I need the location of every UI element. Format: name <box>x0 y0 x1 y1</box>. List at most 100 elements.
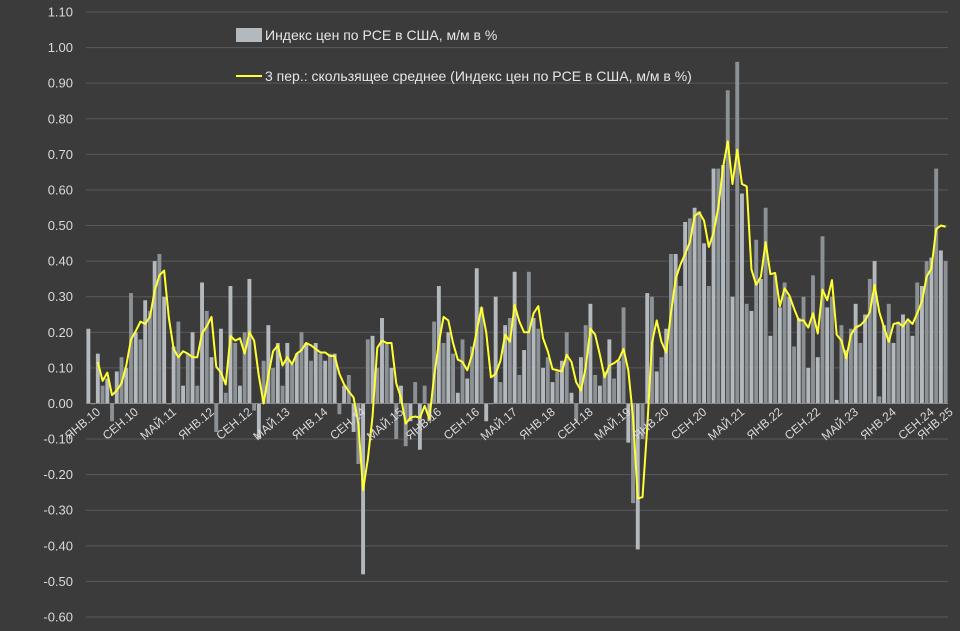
bar <box>593 375 598 404</box>
y-tick-label: 0.80 <box>48 111 73 126</box>
bar <box>938 250 943 404</box>
bar <box>162 296 167 404</box>
y-tick-label: 0.40 <box>48 254 73 269</box>
bar <box>910 335 915 404</box>
bar <box>555 371 560 404</box>
bar <box>763 207 768 404</box>
bar <box>796 318 801 404</box>
bar <box>825 307 830 404</box>
bar <box>290 364 294 404</box>
bar <box>512 271 517 404</box>
bar <box>446 332 451 404</box>
legend-bar-label: Индекс цен по PCE в США, м/м в % <box>265 27 497 43</box>
bar <box>792 346 797 404</box>
bar <box>820 236 825 404</box>
bar <box>721 165 725 404</box>
bar <box>541 367 545 404</box>
bar <box>133 332 138 404</box>
bar <box>877 396 882 404</box>
bar <box>782 282 787 404</box>
bar <box>100 385 105 404</box>
y-tick-label: 0.10 <box>48 360 73 375</box>
bar <box>564 332 569 404</box>
bar <box>929 257 934 404</box>
bar <box>484 403 489 422</box>
bar <box>237 385 242 404</box>
pce-chart: 1.10 1.00 0.90 0.80 0.70 0.60 0.50 0.40 0.30 0.20… <box>0 0 960 631</box>
bar <box>915 282 920 404</box>
bar <box>654 371 659 404</box>
bar <box>801 296 806 404</box>
y-tick-label: 0.90 <box>48 76 73 91</box>
bar <box>280 385 285 404</box>
y-tick-label: -0.60 <box>43 610 73 625</box>
bar <box>522 350 527 404</box>
bar <box>886 303 891 404</box>
bar <box>460 339 465 404</box>
bar <box>706 286 711 404</box>
bar <box>612 378 617 404</box>
bar <box>744 303 749 404</box>
bar <box>403 403 408 447</box>
y-tick-label: -0.50 <box>43 574 73 589</box>
bar <box>867 278 872 404</box>
bar <box>872 261 877 404</box>
bar <box>313 342 318 404</box>
y-tick-label: 0.30 <box>48 289 73 304</box>
bar <box>285 342 290 404</box>
legend-bar-swatch <box>236 28 262 42</box>
bar <box>740 193 744 404</box>
bar <box>725 90 730 404</box>
bar <box>659 357 664 404</box>
bar <box>176 321 181 404</box>
bar <box>323 360 328 404</box>
bar <box>451 353 455 404</box>
y-tick-label: 0.70 <box>48 147 73 162</box>
y-tick-label: 1.00 <box>48 40 73 55</box>
bar <box>365 339 370 404</box>
bar <box>815 357 820 404</box>
bar <box>422 385 427 404</box>
bar <box>839 325 844 404</box>
bar <box>318 353 323 404</box>
bar <box>209 357 214 404</box>
bar <box>465 378 470 404</box>
bar <box>901 314 905 404</box>
bar <box>223 392 228 404</box>
bar <box>758 278 763 404</box>
bar <box>735 61 740 404</box>
bar <box>858 342 863 404</box>
bar <box>185 353 190 404</box>
bar <box>943 261 948 404</box>
bar <box>181 385 186 404</box>
bar <box>588 303 593 404</box>
bar <box>342 385 347 404</box>
bar <box>597 385 602 404</box>
bar <box>697 211 702 404</box>
bar <box>389 367 394 404</box>
bar <box>811 275 815 404</box>
bar <box>190 332 195 404</box>
y-tick-label: 0.00 <box>48 396 73 411</box>
y-tick-label: 0.20 <box>48 325 73 340</box>
y-tick-label: 0.60 <box>48 182 73 197</box>
bar <box>294 353 299 404</box>
bar <box>327 353 332 404</box>
bar <box>413 382 418 404</box>
bar <box>768 335 773 404</box>
bar <box>498 382 503 404</box>
bar <box>730 296 735 404</box>
bar <box>455 392 460 404</box>
bar <box>550 382 555 404</box>
bar <box>95 353 100 404</box>
bar <box>110 403 114 422</box>
bar <box>148 310 152 404</box>
bar <box>616 360 621 404</box>
bar <box>152 261 157 404</box>
y-tick-label: 1.10 <box>48 5 73 20</box>
bar <box>882 325 886 404</box>
bar <box>219 328 223 404</box>
bar <box>934 168 939 404</box>
bar <box>806 367 811 404</box>
bar <box>337 403 342 415</box>
